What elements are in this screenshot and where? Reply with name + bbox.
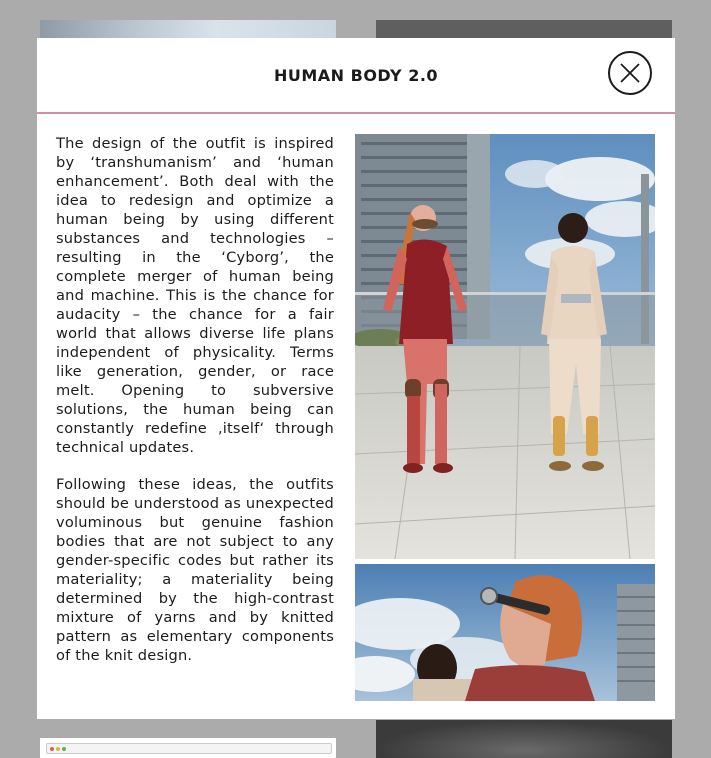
- modal-description: The design of the outfit is inspired by …: [56, 134, 334, 683]
- outfit-photo-rooftop[interactable]: [355, 134, 655, 559]
- description-paragraph: Following these ideas, the outfits shoul…: [56, 476, 334, 664]
- close-dot-icon: [50, 747, 54, 751]
- close-icon: [620, 63, 640, 83]
- project-modal: HUMAN BODY 2.0 The design of the outfit …: [37, 38, 675, 719]
- modal-title: HUMAN BODY 2.0: [273, 66, 439, 85]
- browser-thumbnail-bar: [46, 743, 332, 754]
- maximize-dot-icon: [62, 747, 66, 751]
- outfit-photo-closeup-image: [355, 564, 655, 701]
- gallery-tile-dark-bottom[interactable]: [376, 720, 672, 758]
- description-paragraph: The design of the outfit is inspired by …: [56, 135, 334, 456]
- gallery-tile-browser-screenshot[interactable]: [40, 738, 336, 758]
- modal-header: HUMAN BODY 2.0: [37, 38, 675, 114]
- gallery-tile-dark[interactable]: [376, 20, 672, 40]
- close-button[interactable]: [608, 51, 652, 95]
- outfit-photo-closeup[interactable]: [355, 564, 655, 701]
- outfit-photo-rooftop-image: [355, 134, 655, 559]
- minimize-dot-icon: [56, 747, 60, 751]
- gallery-tile-architecture[interactable]: [40, 20, 336, 40]
